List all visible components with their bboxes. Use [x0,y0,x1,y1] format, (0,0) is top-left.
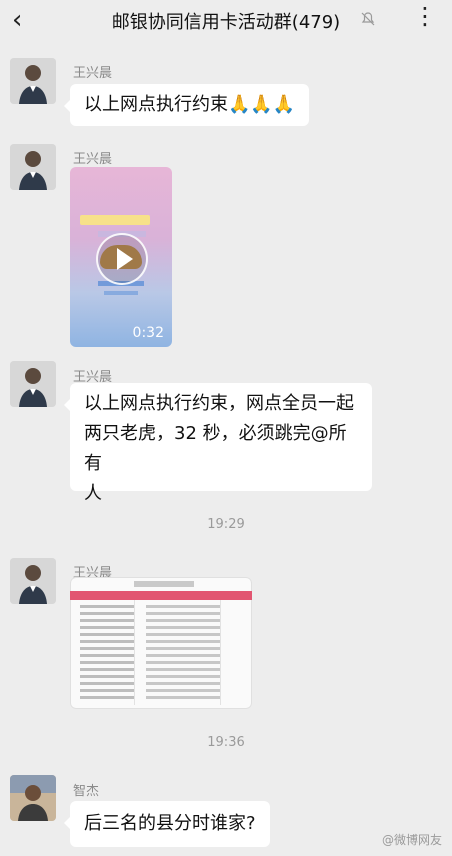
message-text-line: 两只老虎，32 秒，必须跳完@所有 [84,423,347,474]
sheet-grid-line [134,600,135,705]
video-thumbnail-title [80,215,150,225]
message-text-line: 以上网点执行约束，网点全员一起 [84,393,354,414]
avatar[interactable] [10,144,56,190]
more-dots-icon: ⋮ [413,2,438,30]
timestamp: 19:29 [207,517,245,532]
video-thumbnail-caption [104,291,138,295]
message-bubble[interactable]: 以上网点执行约束，网点全员一起 两只老虎，32 秒，必须跳完@所有 人 [64,383,372,504]
video-message[interactable]: 0:32 [70,167,172,347]
sender-name: 王兴晨 [73,66,113,81]
avatar[interactable] [10,558,56,604]
avatar-person-icon [10,58,56,104]
play-icon[interactable] [96,233,148,285]
watermark: @微博网友 [381,833,442,847]
timestamp: 19:36 [207,735,245,750]
chat-header: ‹ 邮银协同信用卡活动群(479) ⋮ [0,0,452,42]
sheet-caption [134,581,194,587]
sender-name: 王兴晨 [73,152,113,167]
sheet-grid-line [220,600,221,705]
message-text-line: 人 [84,483,102,504]
sheet-header-row [70,591,252,600]
message-bubble[interactable]: 以上网点执行约束🙏🙏🙏 [63,84,310,126]
avatar-person-icon [10,775,56,821]
more-button[interactable]: ⋮ [413,2,438,30]
avatar-person-icon [10,144,56,190]
message-text: 以上网点执行约束🙏🙏🙏 [84,94,296,115]
avatar[interactable] [10,58,56,104]
avatar[interactable] [10,775,56,821]
chat-title: 邮银协同信用卡活动群(479) [111,12,341,33]
video-duration: 0:32 [132,325,164,341]
sender-name: 智杰 [73,784,100,799]
avatar-person-icon [10,361,56,407]
bell-muted-icon [361,12,375,26]
message-bubble[interactable]: 后三名的县分时谁家? [64,801,270,847]
avatar-person-icon [10,558,56,604]
message-text: 后三名的县分时谁家? [84,813,256,834]
image-message-spreadsheet[interactable] [70,577,252,709]
avatar[interactable] [10,361,56,407]
